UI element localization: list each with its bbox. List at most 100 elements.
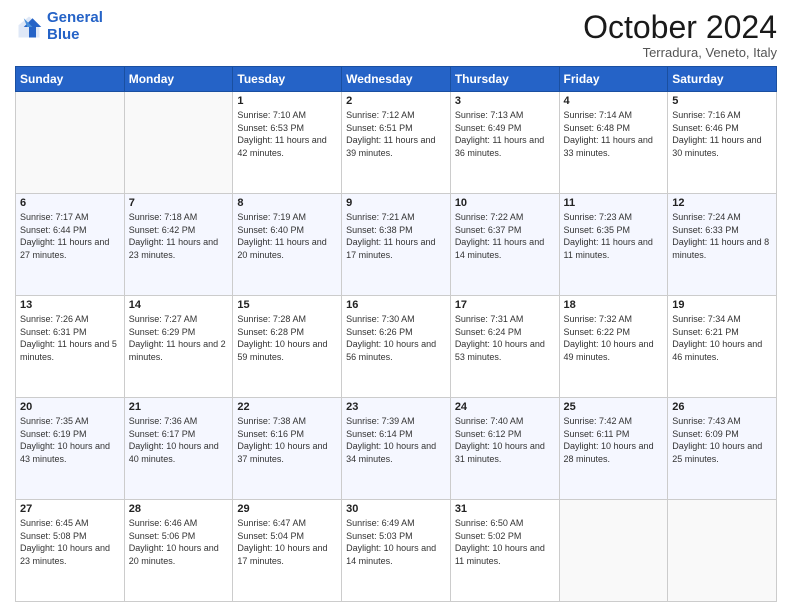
day-info: Sunrise: 7:23 AMSunset: 6:35 PMDaylight:… [564, 211, 664, 261]
day-number: 15 [237, 299, 337, 311]
calendar-cell: 21 Sunrise: 7:36 AMSunset: 6:17 PMDayligh… [124, 398, 233, 500]
logo-icon [15, 13, 43, 41]
day-info: Sunrise: 7:18 AMSunset: 6:42 PMDaylight:… [129, 211, 229, 261]
col-friday: Friday [559, 67, 668, 92]
calendar-cell: 17Sunrise: 7:31 AMSunset: 6:24 PMDayligh… [450, 296, 559, 398]
calendar-cell: 14 Sunrise: 7:27 AMSunset: 6:29 PMDayligh… [124, 296, 233, 398]
month-title: October 2024 [583, 10, 777, 45]
logo: General Blue [15, 10, 103, 43]
day-number: 6 [20, 197, 120, 209]
day-number: 23 [346, 401, 446, 413]
calendar-cell: 25 Sunrise: 7:42 AMSunset: 6:11 PMDayligh… [559, 398, 668, 500]
calendar-cell: 4 Sunrise: 7:14 AMSunset: 6:48 PMDaylight… [559, 92, 668, 194]
day-info: Sunrise: 6:49 AMSunset: 5:03 PMDaylight:… [346, 517, 446, 567]
calendar-cell: 5Sunrise: 7:16 AMSunset: 6:46 PMDaylight… [668, 92, 777, 194]
day-info: Sunrise: 7:21 AMSunset: 6:38 PMDaylight:… [346, 211, 446, 261]
day-info: Sunrise: 6:45 AMSunset: 5:08 PMDaylight:… [20, 517, 120, 567]
day-info: Sunrise: 7:31 AMSunset: 6:24 PMDaylight:… [455, 313, 555, 363]
calendar-cell: 15 Sunrise: 7:28 AMSunset: 6:28 PMDayligh… [233, 296, 342, 398]
day-info: Sunrise: 7:10 AMSunset: 6:53 PMDaylight:… [237, 109, 337, 159]
calendar-cell: 11 Sunrise: 7:23 AMSunset: 6:35 PMDayligh… [559, 194, 668, 296]
day-number: 3 [455, 95, 555, 107]
day-info: Sunrise: 7:30 AMSunset: 6:26 PMDaylight:… [346, 313, 446, 363]
day-number: 28 [129, 503, 229, 515]
calendar-cell: 13Sunrise: 7:26 AMSunset: 6:31 PMDayligh… [16, 296, 125, 398]
calendar-cell: 7 Sunrise: 7:18 AMSunset: 6:42 PMDaylight… [124, 194, 233, 296]
day-number: 2 [346, 95, 446, 107]
day-info: Sunrise: 7:28 AMSunset: 6:28 PMDaylight:… [237, 313, 337, 363]
calendar-cell: 31Sunrise: 6:50 AMSunset: 5:02 PMDayligh… [450, 500, 559, 602]
calendar-week-row: 20 Sunrise: 7:35 AMSunset: 6:19 PMDayligh… [16, 398, 777, 500]
calendar-cell: 19 Sunrise: 7:34 AMSunset: 6:21 PMDayligh… [668, 296, 777, 398]
calendar-week-row: 6Sunrise: 7:17 AMSunset: 6:44 PMDaylight… [16, 194, 777, 296]
calendar-cell: 8 Sunrise: 7:19 AMSunset: 6:40 PMDaylight… [233, 194, 342, 296]
day-number: 1 [237, 95, 337, 107]
calendar-cell: 30 Sunrise: 6:49 AMSunset: 5:03 PMDayligh… [342, 500, 451, 602]
day-number: 25 [564, 401, 664, 413]
col-thursday: Thursday [450, 67, 559, 92]
calendar-cell: 3 Sunrise: 7:13 AMSunset: 6:49 PMDaylight… [450, 92, 559, 194]
day-number: 14 [129, 299, 229, 311]
calendar-cell: 16Sunrise: 7:30 AMSunset: 6:26 PMDayligh… [342, 296, 451, 398]
calendar-cell: 27 Sunrise: 6:45 AMSunset: 5:08 PMDayligh… [16, 500, 125, 602]
day-info: Sunrise: 7:27 AMSunset: 6:29 PMDaylight:… [129, 313, 229, 363]
day-info: Sunrise: 7:14 AMSunset: 6:48 PMDaylight:… [564, 109, 664, 159]
logo-text: General Blue [47, 10, 103, 43]
day-info: Sunrise: 6:50 AMSunset: 5:02 PMDaylight:… [455, 517, 555, 567]
day-number: 29 [237, 503, 337, 515]
day-number: 26 [672, 401, 772, 413]
day-info: Sunrise: 7:19 AMSunset: 6:40 PMDaylight:… [237, 211, 337, 261]
day-number: 4 [564, 95, 664, 107]
calendar-cell: 29 Sunrise: 6:47 AMSunset: 5:04 PMDayligh… [233, 500, 342, 602]
day-info: Sunrise: 7:38 AMSunset: 6:16 PMDaylight:… [237, 415, 337, 465]
calendar-cell: 2Sunrise: 7:12 AMSunset: 6:51 PMDaylight… [342, 92, 451, 194]
calendar-week-row: 13Sunrise: 7:26 AMSunset: 6:31 PMDayligh… [16, 296, 777, 398]
day-number: 20 [20, 401, 120, 413]
calendar-cell: 9 Sunrise: 7:21 AMSunset: 6:38 PMDaylight… [342, 194, 451, 296]
day-info: Sunrise: 7:13 AMSunset: 6:49 PMDaylight:… [455, 109, 555, 159]
col-tuesday: Tuesday [233, 67, 342, 92]
day-info: Sunrise: 7:32 AMSunset: 6:22 PMDaylight:… [564, 313, 664, 363]
day-info: Sunrise: 7:34 AMSunset: 6:21 PMDaylight:… [672, 313, 772, 363]
day-number: 30 [346, 503, 446, 515]
col-saturday: Saturday [668, 67, 777, 92]
calendar-cell [124, 92, 233, 194]
calendar-cell: 6Sunrise: 7:17 AMSunset: 6:44 PMDaylight… [16, 194, 125, 296]
day-number: 10 [455, 197, 555, 209]
day-number: 21 [129, 401, 229, 413]
day-info: Sunrise: 6:47 AMSunset: 5:04 PMDaylight:… [237, 517, 337, 567]
day-number: 19 [672, 299, 772, 311]
col-sunday: Sunday [16, 67, 125, 92]
calendar-cell: 10 Sunrise: 7:22 AMSunset: 6:37 PMDayligh… [450, 194, 559, 296]
day-info: Sunrise: 7:36 AMSunset: 6:17 PMDaylight:… [129, 415, 229, 465]
calendar-cell: 1 Sunrise: 7:10 AMSunset: 6:53 PMDaylight… [233, 92, 342, 194]
day-info: Sunrise: 7:35 AMSunset: 6:19 PMDaylight:… [20, 415, 120, 465]
day-number: 24 [455, 401, 555, 413]
day-number: 22 [237, 401, 337, 413]
calendar-header-row: Sunday Monday Tuesday Wednesday Thursday… [16, 67, 777, 92]
day-number: 9 [346, 197, 446, 209]
day-number: 8 [237, 197, 337, 209]
calendar-week-row: 27 Sunrise: 6:45 AMSunset: 5:08 PMDayligh… [16, 500, 777, 602]
calendar-cell [668, 500, 777, 602]
day-number: 13 [20, 299, 120, 311]
day-number: 12 [672, 197, 772, 209]
day-info: Sunrise: 7:42 AMSunset: 6:11 PMDaylight:… [564, 415, 664, 465]
day-info: Sunrise: 7:39 AMSunset: 6:14 PMDaylight:… [346, 415, 446, 465]
day-number: 7 [129, 197, 229, 209]
day-number: 27 [20, 503, 120, 515]
day-info: Sunrise: 7:22 AMSunset: 6:37 PMDaylight:… [455, 211, 555, 261]
calendar-cell: 12Sunrise: 7:24 AMSunset: 6:33 PMDayligh… [668, 194, 777, 296]
calendar-table: Sunday Monday Tuesday Wednesday Thursday… [15, 66, 777, 602]
day-info: Sunrise: 7:43 AMSunset: 6:09 PMDaylight:… [672, 415, 772, 465]
col-monday: Monday [124, 67, 233, 92]
calendar-cell: 22 Sunrise: 7:38 AMSunset: 6:16 PMDayligh… [233, 398, 342, 500]
header: General Blue October 2024 Terradura, Ven… [15, 10, 777, 60]
subtitle: Terradura, Veneto, Italy [583, 45, 777, 60]
logo-general: General [47, 9, 103, 26]
calendar-cell: 26 Sunrise: 7:43 AMSunset: 6:09 PMDayligh… [668, 398, 777, 500]
calendar-cell [559, 500, 668, 602]
page: General Blue October 2024 Terradura, Ven… [0, 0, 792, 612]
calendar-cell: 18Sunrise: 7:32 AMSunset: 6:22 PMDayligh… [559, 296, 668, 398]
day-number: 11 [564, 197, 664, 209]
